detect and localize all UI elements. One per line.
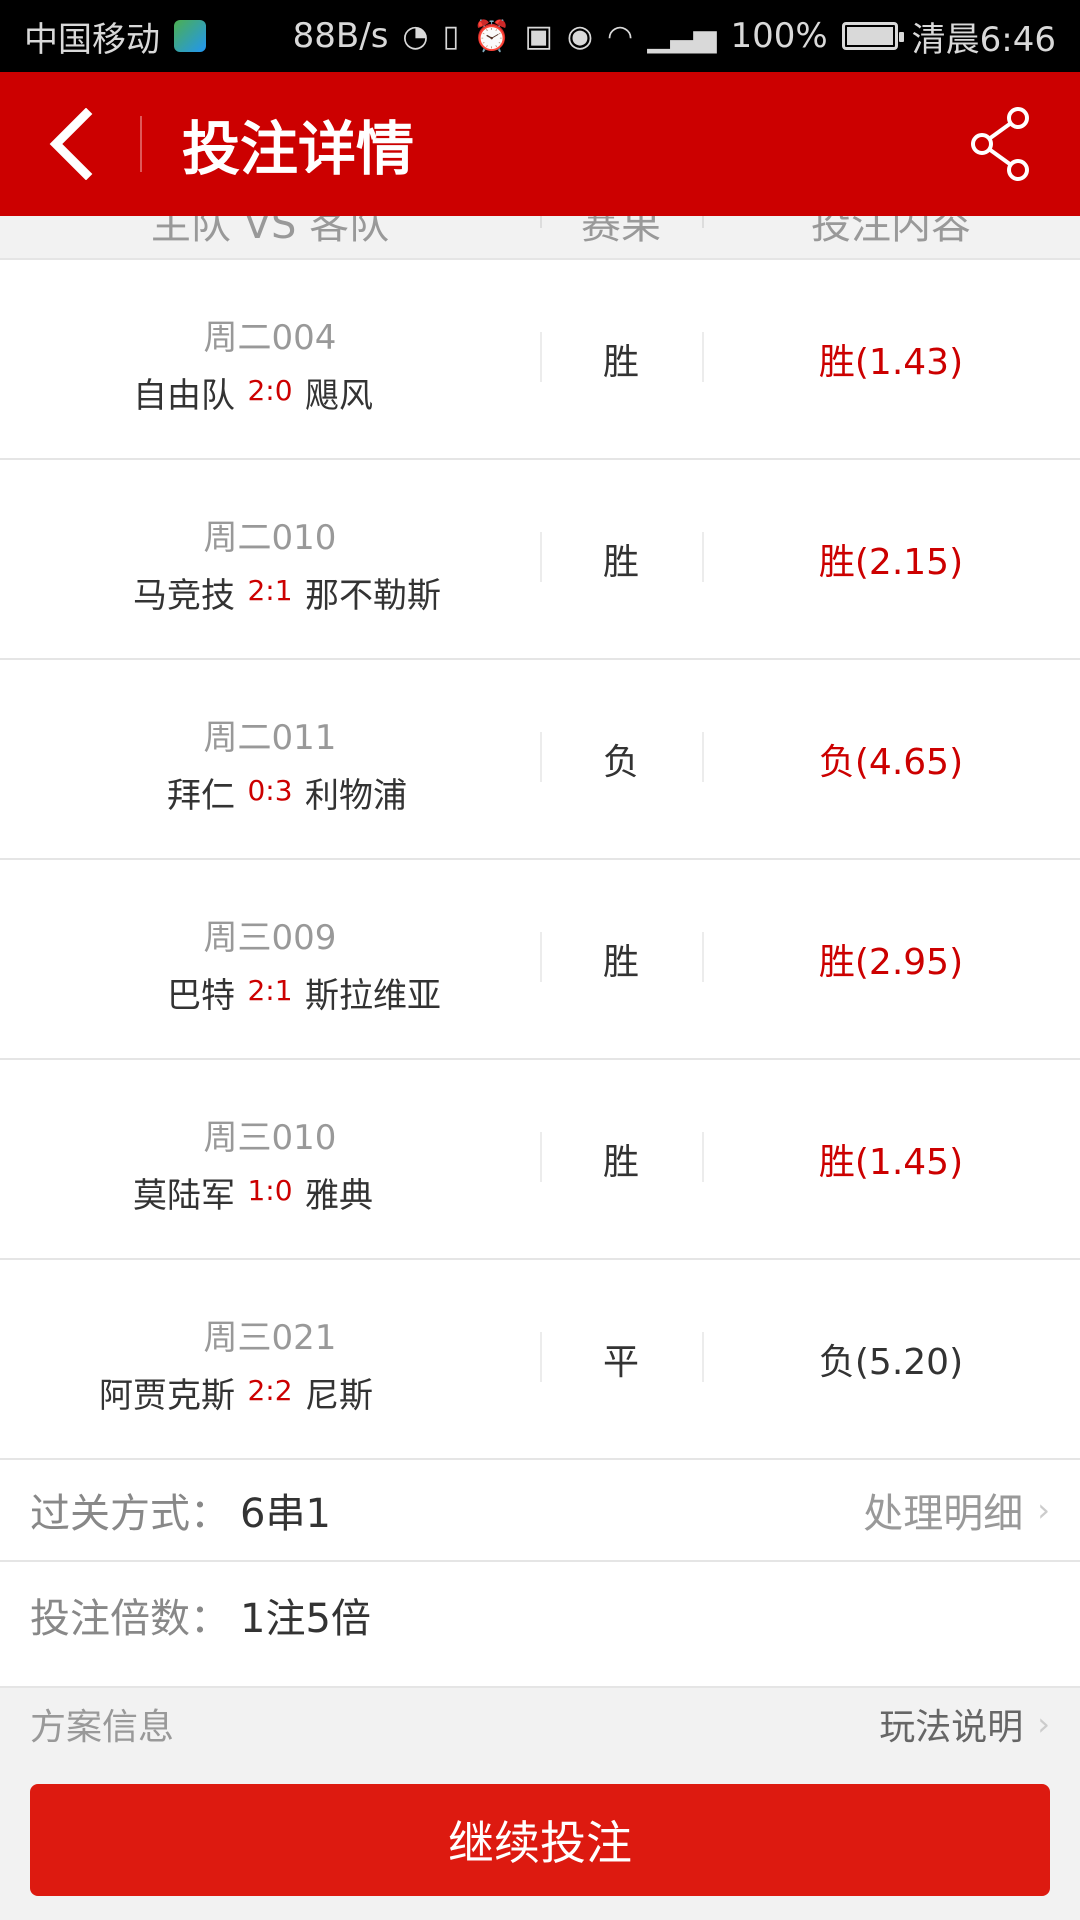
column-header-teams: 主队 VS 客队 bbox=[150, 216, 390, 248]
match-result: 平 bbox=[602, 1342, 639, 1383]
away-team: 尼斯 bbox=[305, 1376, 373, 1416]
processing-details-label: 处理明细 bbox=[863, 1491, 1024, 1537]
bet-content: 胜(1.43) bbox=[818, 342, 964, 383]
match-row: 周二011 拜仁 0:3 利物浦 负 负(4.65) bbox=[0, 660, 1080, 860]
match-row: 周三021 阿贾克斯 2:2 尼斯 平 负(5.20) bbox=[0, 1260, 1080, 1460]
away-team: 利物浦 bbox=[305, 776, 407, 816]
teams-line: 莫陆军 1:0 雅典 bbox=[0, 1168, 540, 1216]
match-result: 胜 bbox=[602, 542, 639, 583]
match-score: 0:3 bbox=[247, 774, 293, 807]
chevron-right-icon: › bbox=[1037, 1705, 1050, 1743]
battery-icon bbox=[841, 22, 904, 50]
battery-percent: 100% bbox=[730, 16, 828, 56]
carrier-name: 中国移动 bbox=[24, 19, 160, 60]
bet-multiplier-row: 投注倍数： 1注5倍 bbox=[0, 1564, 1080, 1666]
header-divider bbox=[140, 116, 142, 172]
match-score: 2:1 bbox=[247, 574, 293, 607]
page-title: 投注详情 bbox=[182, 115, 415, 183]
bet-content: 负(4.65) bbox=[818, 742, 964, 783]
match-id: 周二004 bbox=[203, 318, 337, 358]
match-id: 周三021 bbox=[203, 1318, 337, 1358]
app-header: 投注详情 bbox=[0, 72, 1080, 216]
teams-line: 自由队 2:0 飓风 bbox=[0, 368, 540, 416]
clock: 清晨6:46 bbox=[911, 19, 1056, 60]
pass-type-row: 过关方式： 6串1 处理明细 › bbox=[0, 1460, 1080, 1562]
teams-line: 拜仁 0:3 利物浦 bbox=[0, 768, 540, 816]
share-icon bbox=[971, 107, 1029, 181]
vibrate-icon: ▯ bbox=[442, 18, 460, 54]
eye-care-icon: ◉ bbox=[566, 18, 594, 54]
teams-line: 马竞技 2:1 那不勒斯 bbox=[0, 568, 540, 616]
pass-type-value: 6串1 bbox=[240, 1491, 331, 1537]
bet-content: 胜(1.45) bbox=[818, 1142, 964, 1183]
match-id: 周二010 bbox=[203, 518, 337, 558]
bottom-action-area: 继续投注 bbox=[0, 1760, 1080, 1920]
teams-line: 阿贾克斯 2:2 尼斯 bbox=[0, 1368, 540, 1416]
away-team: 那不勒斯 bbox=[305, 576, 441, 616]
plan-info-title: 方案信息 bbox=[30, 1707, 175, 1748]
chevron-right-icon: › bbox=[1037, 1491, 1050, 1529]
pass-type-label: 过关方式： bbox=[30, 1491, 230, 1537]
network-speed: 88B/s bbox=[292, 16, 389, 56]
share-button[interactable] bbox=[920, 72, 1080, 216]
column-header-bet: 投注内容 bbox=[811, 216, 971, 248]
column-header-result: 赛果 bbox=[581, 216, 661, 248]
match-list: 周二004 自由队 2:0 飓风 胜 胜(1.43) 周二010 马竞技 2:1… bbox=[0, 260, 1080, 1460]
processing-details-link[interactable]: 处理明细 › bbox=[863, 1481, 1050, 1539]
bet-content: 负(5.20) bbox=[818, 1342, 964, 1383]
match-teams: 周二011 拜仁 0:3 利物浦 bbox=[0, 660, 540, 858]
home-team: 巴特 bbox=[167, 976, 235, 1016]
match-id: 周三010 bbox=[203, 1118, 337, 1158]
match-row: 周二004 自由队 2:0 飓风 胜 胜(1.43) bbox=[0, 260, 1080, 460]
match-teams: 周二010 马竞技 2:1 那不勒斯 bbox=[0, 460, 540, 658]
match-teams: 周二004 自由队 2:0 飓风 bbox=[0, 260, 540, 458]
status-left: 中国移动 bbox=[24, 12, 206, 61]
continue-betting-button[interactable]: 继续投注 bbox=[30, 1784, 1050, 1896]
table-header: 主队 VS 客队 赛果 投注内容 bbox=[0, 216, 1080, 260]
teams-line: 巴特 2:1 斯拉维亚 bbox=[0, 968, 540, 1016]
match-row: 周三010 莫陆军 1:0 雅典 胜 胜(1.45) bbox=[0, 1060, 1080, 1260]
alarm-icon: ⏰ bbox=[473, 18, 511, 54]
match-teams: 周三021 阿贾克斯 2:2 尼斯 bbox=[0, 1260, 540, 1458]
match-teams: 周三009 巴特 2:1 斯拉维亚 bbox=[0, 860, 540, 1058]
bet-content: 胜(2.95) bbox=[818, 942, 964, 983]
signal-icon: ▁▃▅ bbox=[647, 18, 717, 54]
home-team: 自由队 bbox=[133, 376, 235, 416]
home-team: 阿贾克斯 bbox=[99, 1376, 235, 1416]
back-button[interactable] bbox=[0, 72, 140, 216]
wifi-icon: ◠ bbox=[607, 18, 634, 54]
match-row: 周三009 巴特 2:1 斯拉维亚 胜 胜(2.95) bbox=[0, 860, 1080, 1060]
rules-link-label: 玩法说明 bbox=[879, 1707, 1024, 1748]
match-result: 胜 bbox=[602, 342, 639, 383]
status-bar: 中国移动 88B/s ◔ ▯ ⏰ ▣ ◉ ◠ ▁▃▅ 100% 清晨6:46 bbox=[0, 0, 1080, 72]
match-result: 胜 bbox=[602, 1142, 639, 1183]
chevron-left-icon bbox=[49, 108, 93, 180]
match-score: 1:0 bbox=[247, 1174, 293, 1207]
data-saver-icon: ◔ bbox=[402, 18, 429, 54]
match-result: 负 bbox=[602, 742, 639, 783]
away-team: 雅典 bbox=[305, 1176, 373, 1216]
rules-link[interactable]: 玩法说明 › bbox=[879, 1698, 1050, 1750]
plan-info-bar: 方案信息 玩法说明 › bbox=[0, 1686, 1080, 1760]
away-team: 飓风 bbox=[305, 376, 373, 416]
match-score: 2:1 bbox=[247, 974, 293, 1007]
match-score: 2:0 bbox=[247, 374, 293, 407]
home-team: 拜仁 bbox=[167, 776, 235, 816]
battery-fill bbox=[846, 27, 893, 45]
carrier-app-icon bbox=[174, 20, 206, 52]
match-score: 2:2 bbox=[247, 1374, 293, 1407]
match-id: 周三009 bbox=[203, 918, 337, 958]
hd-icon: ▣ bbox=[524, 18, 553, 54]
match-row: 周二010 马竞技 2:1 那不勒斯 胜 胜(2.15) bbox=[0, 460, 1080, 660]
away-team: 斯拉维亚 bbox=[305, 976, 441, 1016]
match-teams: 周三010 莫陆军 1:0 雅典 bbox=[0, 1060, 540, 1258]
bet-multiplier-value: 1注5倍 bbox=[240, 1596, 371, 1642]
match-result: 胜 bbox=[602, 942, 639, 983]
match-id: 周二011 bbox=[203, 718, 337, 758]
bet-content: 胜(2.15) bbox=[818, 542, 964, 583]
bet-multiplier-label: 投注倍数： bbox=[30, 1596, 230, 1642]
status-right: 88B/s ◔ ▯ ⏰ ▣ ◉ ◠ ▁▃▅ 100% 清晨6:46 bbox=[293, 12, 1056, 61]
home-team: 马竞技 bbox=[133, 576, 235, 616]
home-team: 莫陆军 bbox=[133, 1176, 235, 1216]
